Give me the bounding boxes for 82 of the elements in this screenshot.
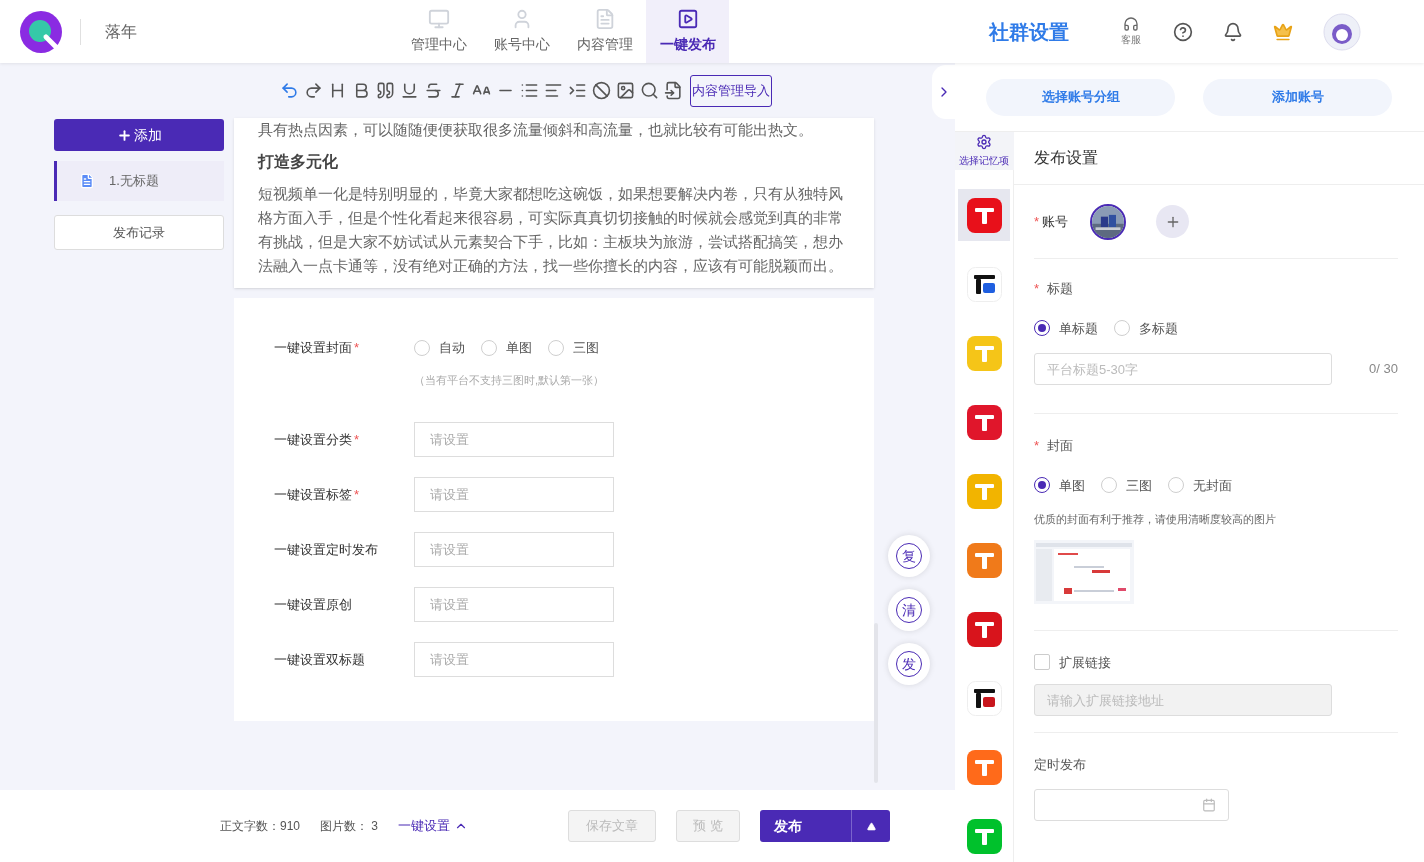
- history-button[interactable]: 发布记录: [54, 215, 224, 250]
- calendar-icon: [1202, 797, 1216, 812]
- image-icon[interactable]: [616, 81, 635, 100]
- field-label: * 账号: [1034, 212, 1070, 231]
- help-icon[interactable]: [1173, 21, 1193, 42]
- checkbox[interactable]: [1034, 654, 1050, 671]
- quote-icon[interactable]: [376, 81, 395, 100]
- avatar-icon[interactable]: [1323, 12, 1361, 51]
- field-label: * 封面: [1034, 437, 1075, 455]
- add-account-button[interactable]: 添加账号: [1203, 78, 1392, 116]
- link-checkbox-option[interactable]: 扩展链接: [1034, 652, 1398, 672]
- setting-field[interactable]: 请设置: [414, 587, 614, 622]
- radio-option[interactable]: 无封面: [1168, 475, 1232, 495]
- setting-field[interactable]: 请设置: [414, 642, 614, 677]
- radio-option[interactable]: 单标题: [1034, 318, 1098, 338]
- underline-icon[interactable]: [400, 81, 419, 100]
- character-counter: 0/ 30: [1369, 360, 1398, 379]
- nav-tab[interactable]: 内容管理: [563, 0, 646, 63]
- clear-format-icon[interactable]: [592, 81, 611, 100]
- setting-label: 一键设置标签*: [274, 485, 361, 504]
- add-button[interactable]: 添加: [54, 119, 224, 151]
- radio-option[interactable]: 三图: [1101, 475, 1152, 495]
- play-icon: [676, 8, 699, 30]
- file-import-icon[interactable]: [664, 81, 683, 100]
- page-title: 社群设置: [989, 19, 1069, 45]
- bell-icon[interactable]: [1223, 21, 1243, 42]
- setting-label: 一键设置封面*: [274, 339, 361, 357]
- setting-label: 一键设置定时发布: [274, 540, 379, 559]
- support-button[interactable]: 客服: [1121, 16, 1141, 47]
- article-paragraph: 短视频单一化是特别明显的，毕竟大家都想吃这碗饭，如果想要解决内卷，只有从独特风格方面入手，但是个性化看起来很容易，可实际真真切切接触的时候就会感觉到真的非常有挑战，但是大家不妨试试从元素契合下手，比如：主板块为旅游，尝试搭配搞笑，想办法融入一点卡通等，没有绝对正确的方法，找一些你擅长的内容，应该有可能脱颖而出。: [258, 184, 844, 276]
- image-count: 图片数： 3: [320, 818, 379, 835]
- setting-label: 一键设置分类*: [274, 430, 361, 449]
- indent-icon[interactable]: [568, 81, 587, 100]
- memory-button[interactable]: 选择记忆项: [954, 132, 1014, 170]
- nav-tab[interactable]: 账号中心: [480, 0, 563, 63]
- radio-option[interactable]: 单图: [481, 338, 532, 358]
- article-heading: 打造多元化: [258, 152, 339, 172]
- add-account-icon-button[interactable]: [1156, 205, 1189, 238]
- radio-option[interactable]: 多标题: [1114, 318, 1178, 338]
- list-icon[interactable]: [520, 81, 539, 100]
- cover-hint: 优质的封面有利于推荐，请使用清晰度较高的图片: [1034, 512, 1277, 527]
- monitor-icon: [427, 8, 450, 30]
- radio-option[interactable]: 单图: [1034, 475, 1085, 495]
- headset-icon: [1123, 16, 1139, 32]
- search-icon[interactable]: [640, 81, 659, 100]
- article-paragraph: 具有热点因素，可以随随便便获取很多流量倾斜和高流量，也就比较有可能出热文。: [258, 120, 814, 140]
- undo-icon[interactable]: [280, 81, 299, 100]
- floating-action-button[interactable]: 清: [888, 589, 930, 631]
- caret-up-icon: [865, 821, 877, 831]
- platform-logo-icon[interactable]: [966, 680, 1002, 716]
- quick-setup-link[interactable]: 一键设置: [398, 816, 469, 836]
- date-field[interactable]: [1034, 788, 1229, 821]
- align-left-icon[interactable]: [544, 81, 563, 100]
- document-icon: [79, 173, 95, 189]
- setting-field[interactable]: 请设置: [414, 477, 614, 512]
- publish-button[interactable]: 发布: [760, 810, 852, 842]
- setting-field[interactable]: 请设置: [414, 422, 614, 457]
- nav-tab[interactable]: 管理中心: [397, 0, 480, 63]
- title-input[interactable]: 平台标题5-30字: [1034, 353, 1332, 385]
- gear-icon: [976, 134, 992, 150]
- plus-icon: [116, 127, 132, 143]
- radio-option[interactable]: 三图: [548, 338, 599, 358]
- document-item[interactable]: 1.无标题: [54, 161, 224, 201]
- nav-tab[interactable]: 一键发布: [646, 0, 729, 63]
- platform-logo-icon[interactable]: [966, 266, 1002, 302]
- floating-action-button[interactable]: 复: [888, 535, 930, 577]
- field-label: 定时发布: [1034, 756, 1087, 774]
- logo-icon: [18, 8, 64, 55]
- field-label: * 标题: [1034, 280, 1075, 298]
- word-count: 正文字数：910: [220, 818, 301, 835]
- setting-label: 一键设置双标题: [274, 650, 366, 669]
- import-button[interactable]: 内容管理导入: [690, 74, 772, 107]
- redo-icon[interactable]: [304, 81, 323, 100]
- setting-label: 一键设置原创: [274, 595, 353, 614]
- radio-option[interactable]: 自动: [414, 338, 465, 358]
- italic-icon[interactable]: [448, 81, 467, 100]
- setting-field[interactable]: 请设置: [414, 532, 614, 567]
- group-button[interactable]: 选择账号分组: [986, 78, 1175, 116]
- section-title: 发布设置: [1014, 132, 1424, 185]
- brand-name: 落年: [105, 21, 137, 42]
- floating-action-button[interactable]: 发: [888, 643, 930, 685]
- strikethrough-icon[interactable]: [424, 81, 443, 100]
